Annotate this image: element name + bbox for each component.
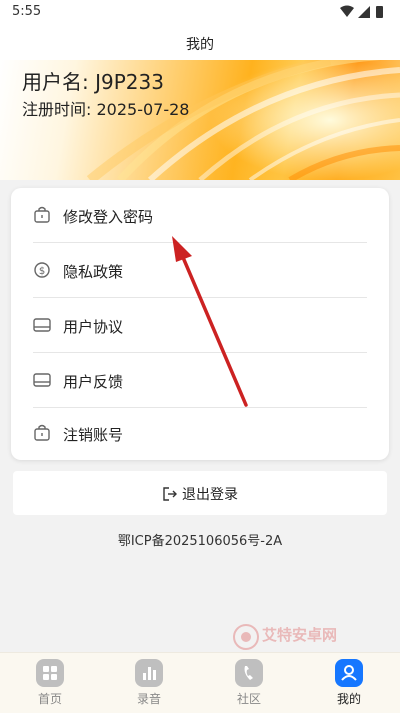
bottom-tab-bar: 首页 录音 社区 我的 <box>0 652 400 713</box>
menu-item-label: 用户反馈 <box>63 373 124 391</box>
status-time: 5:55 <box>12 4 42 19</box>
profile-banner: 用户名: J9P233 注册时间: 2025-07-28 <box>0 60 400 180</box>
menu-item-label: 用户协议 <box>63 318 124 336</box>
page-title: 我的 <box>186 37 214 53</box>
username: 用户名: J9P233 <box>22 70 164 94</box>
dollar-circle-icon: $ <box>34 262 50 278</box>
tab-label: 首页 <box>37 692 62 706</box>
wifi-icon <box>340 5 354 17</box>
status-bar: 5:55 <box>0 0 400 26</box>
tab-label: 我的 <box>336 692 361 706</box>
icp-license: 鄂ICP备2025106056号-2A <box>117 534 283 549</box>
bar-chart-icon <box>135 659 163 687</box>
status-icons <box>340 5 383 18</box>
tab-me[interactable]: 我的 <box>319 659 379 713</box>
watermark: 艾特安卓网 <box>232 620 362 654</box>
signal-icon <box>358 6 370 18</box>
menu-item-label: 隐私政策 <box>63 263 124 281</box>
tab-community[interactable]: 社区 <box>219 659 279 713</box>
registration-time: 注册时间: 2025-07-28 <box>22 100 190 119</box>
logout-button[interactable]: 退出登录 <box>13 471 387 515</box>
menu-item-user-feedback[interactable]: 用户反馈 <box>33 353 367 408</box>
card-icon <box>33 373 51 387</box>
settings-menu: 修改登入密码 $ 隐私政策 用户协议 用户反馈 注销账号 <box>11 188 389 460</box>
lock-icon <box>34 424 50 441</box>
grid-icon <box>36 659 64 687</box>
menu-item-user-agreement[interactable]: 用户协议 <box>33 298 367 353</box>
menu-item-label: 注销账号 <box>63 426 124 444</box>
tab-label: 录音 <box>136 692 161 706</box>
phone-icon <box>235 659 263 687</box>
lock-icon <box>34 206 50 223</box>
battery-icon <box>376 6 383 18</box>
logout-label: 退出登录 <box>182 487 238 503</box>
menu-item-delete-account[interactable]: 注销账号 <box>33 406 367 460</box>
menu-item-label: 修改登入密码 <box>63 208 154 226</box>
menu-item-privacy-policy[interactable]: $ 隐私政策 <box>33 243 367 298</box>
user-icon <box>335 659 363 687</box>
watermark-logo-icon <box>233 624 259 650</box>
watermark-text: 艾特安卓网 <box>262 626 338 644</box>
tab-recording[interactable]: 录音 <box>119 659 179 713</box>
tab-home[interactable]: 首页 <box>20 659 80 713</box>
nav-bar: 我的 <box>0 26 400 60</box>
svg-text:$: $ <box>39 266 45 277</box>
tab-label: 社区 <box>236 692 261 706</box>
logout-icon <box>163 487 177 501</box>
menu-item-change-password[interactable]: 修改登入密码 <box>33 188 367 243</box>
card-icon <box>33 318 51 332</box>
